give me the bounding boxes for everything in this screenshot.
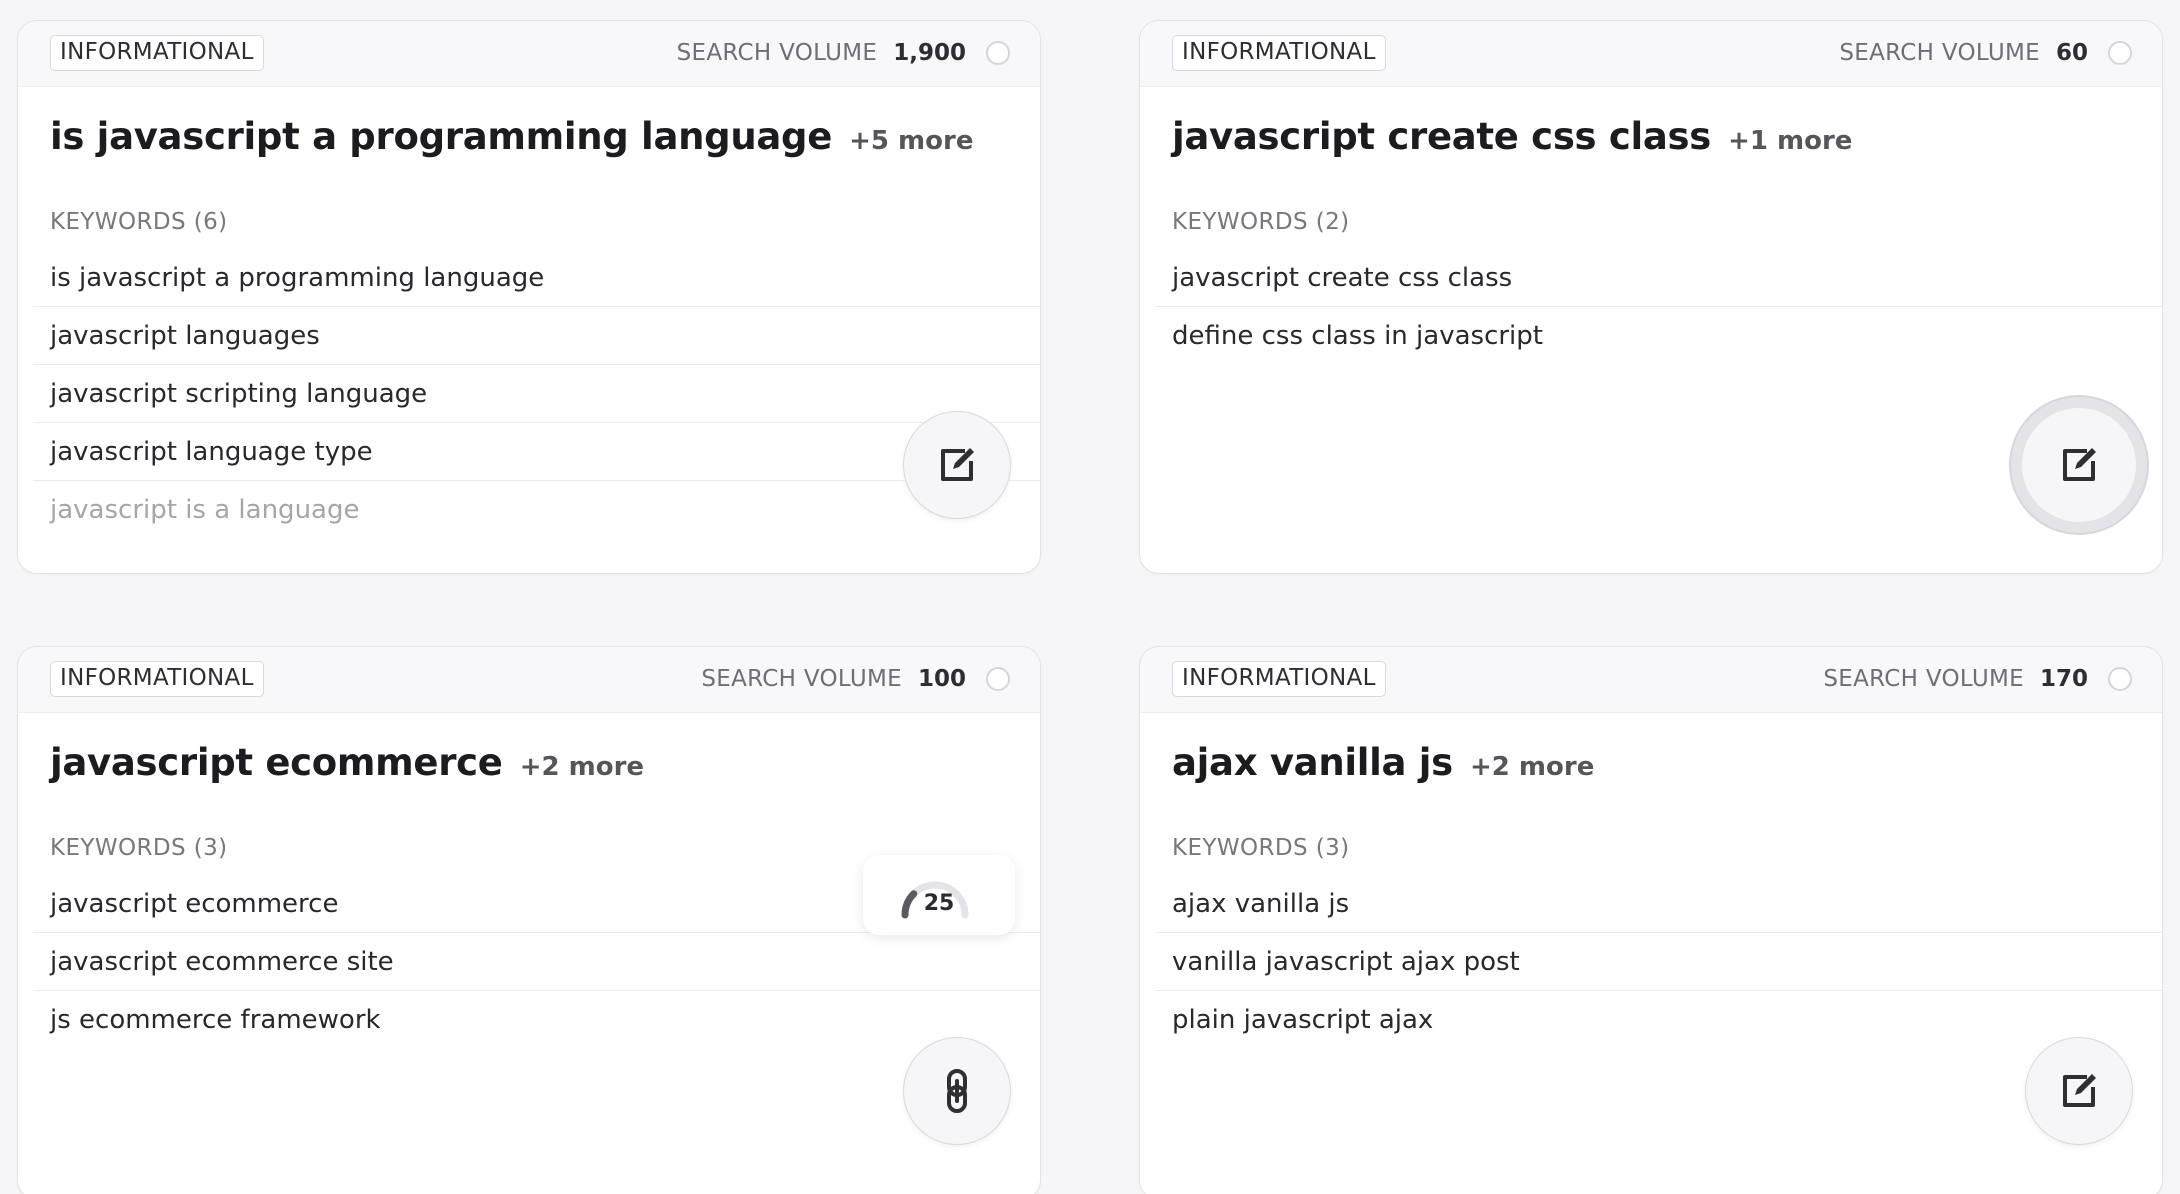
keyword-list: is javascript a programming language jav… [33,249,1040,539]
keyword-item: javascript language type [33,423,1040,481]
keyword-item: plain javascript ajax [1172,1005,1434,1035]
select-radio[interactable] [2108,667,2132,691]
search-volume-label: SEARCH VOLUME [701,666,902,692]
card-header: INFORMATIONAL SEARCH VOLUME 170 [1140,647,2162,713]
keyword-list: javascript create css class define css c… [1155,249,2162,365]
keyword-item: javascript ecommerce site [33,933,1040,991]
edit-icon [2063,448,2096,481]
intent-badge: INFORMATIONAL [1172,35,1386,71]
keywords-heading: KEYWORDS (6) [50,209,228,235]
keyword-item: javascript is a language [50,495,360,525]
keyword-item: js ecommerce framework [50,1005,381,1035]
main-keyword: ajax vanilla js [1172,741,1453,784]
keywords-heading: KEYWORDS (2) [1172,209,1350,235]
cluster-title: javascript ecommerce +2 more [50,741,1000,784]
keyword-cluster-grid: INFORMATIONAL SEARCH VOLUME 1,900 is jav… [0,0,2180,1194]
intent-badge: INFORMATIONAL [50,661,264,697]
more-keywords-count[interactable]: +2 more [520,752,644,782]
difficulty-score-pill[interactable]: 25 [863,855,1015,935]
edit-button[interactable] [903,411,1011,519]
more-keywords-count[interactable]: +5 more [849,126,973,156]
select-radio[interactable] [2108,41,2132,65]
search-volume-value: 60 [2055,40,2088,66]
search-volume-value: 170 [2039,666,2088,692]
search-volume: SEARCH VOLUME 100 [701,661,1010,697]
main-keyword: javascript ecommerce [50,741,503,784]
search-volume-label: SEARCH VOLUME [1823,666,2024,692]
more-keywords-count[interactable]: +2 more [1470,752,1594,782]
link-icon [947,1069,967,1113]
keyword-cluster-card[interactable]: INFORMATIONAL SEARCH VOLUME 100 javascri… [17,646,1041,1194]
search-volume-label: SEARCH VOLUME [1839,40,2040,66]
edit-icon [2063,1074,2096,1107]
select-radio[interactable] [986,667,1010,691]
difficulty-score-value: 25 [923,891,955,916]
keywords-heading: KEYWORDS (3) [1172,835,1350,861]
keyword-cluster-card[interactable]: INFORMATIONAL SEARCH VOLUME 60 javascrip… [1139,20,2163,574]
search-volume: SEARCH VOLUME 1,900 [677,35,1010,71]
cluster-title: javascript create css class +1 more [1172,115,2122,158]
search-volume: SEARCH VOLUME 60 [1839,35,2132,71]
keyword-item: javascript languages [33,307,1040,365]
main-keyword: javascript create css class [1172,115,1711,158]
card-header: INFORMATIONAL SEARCH VOLUME 1,900 [18,21,1040,87]
search-volume-label: SEARCH VOLUME [676,40,878,66]
intent-badge: INFORMATIONAL [50,35,264,71]
keyword-cluster-card[interactable]: INFORMATIONAL SEARCH VOLUME 1,900 is jav… [17,20,1041,574]
keyword-item: define css class in javascript [1172,321,1543,351]
select-radio[interactable] [986,41,1010,65]
search-volume-value: 100 [917,666,966,692]
keyword-item: javascript create css class [1155,249,2162,307]
keyword-item: ajax vanilla js [1155,875,2162,933]
card-header: INFORMATIONAL SEARCH VOLUME 100 [18,647,1040,713]
link-button[interactable] [903,1037,1011,1145]
main-keyword: is javascript a programming language [50,115,833,158]
keyword-item: vanilla javascript ajax post [1155,933,2162,991]
search-volume: SEARCH VOLUME 170 [1823,661,2132,697]
edit-button[interactable] [2025,1037,2133,1145]
edit-icon [941,448,974,481]
intent-badge: INFORMATIONAL [1172,661,1386,697]
search-volume-value: 1,900 [893,40,966,66]
cluster-title: ajax vanilla js +2 more [1172,741,2122,784]
more-keywords-count[interactable]: +1 more [1728,126,1852,156]
keywords-heading: KEYWORDS (3) [50,835,228,861]
card-header: INFORMATIONAL SEARCH VOLUME 60 [1140,21,2162,87]
cluster-title: is javascript a programming language +5 … [50,115,1000,158]
keyword-cluster-card[interactable]: INFORMATIONAL SEARCH VOLUME 170 ajax van… [1139,646,2163,1194]
keyword-item: is javascript a programming language [33,249,1040,307]
keyword-list: ajax vanilla js vanilla javascript ajax … [1155,875,2162,1049]
edit-button[interactable] [2011,397,2147,533]
keyword-item: javascript scripting language [33,365,1040,423]
